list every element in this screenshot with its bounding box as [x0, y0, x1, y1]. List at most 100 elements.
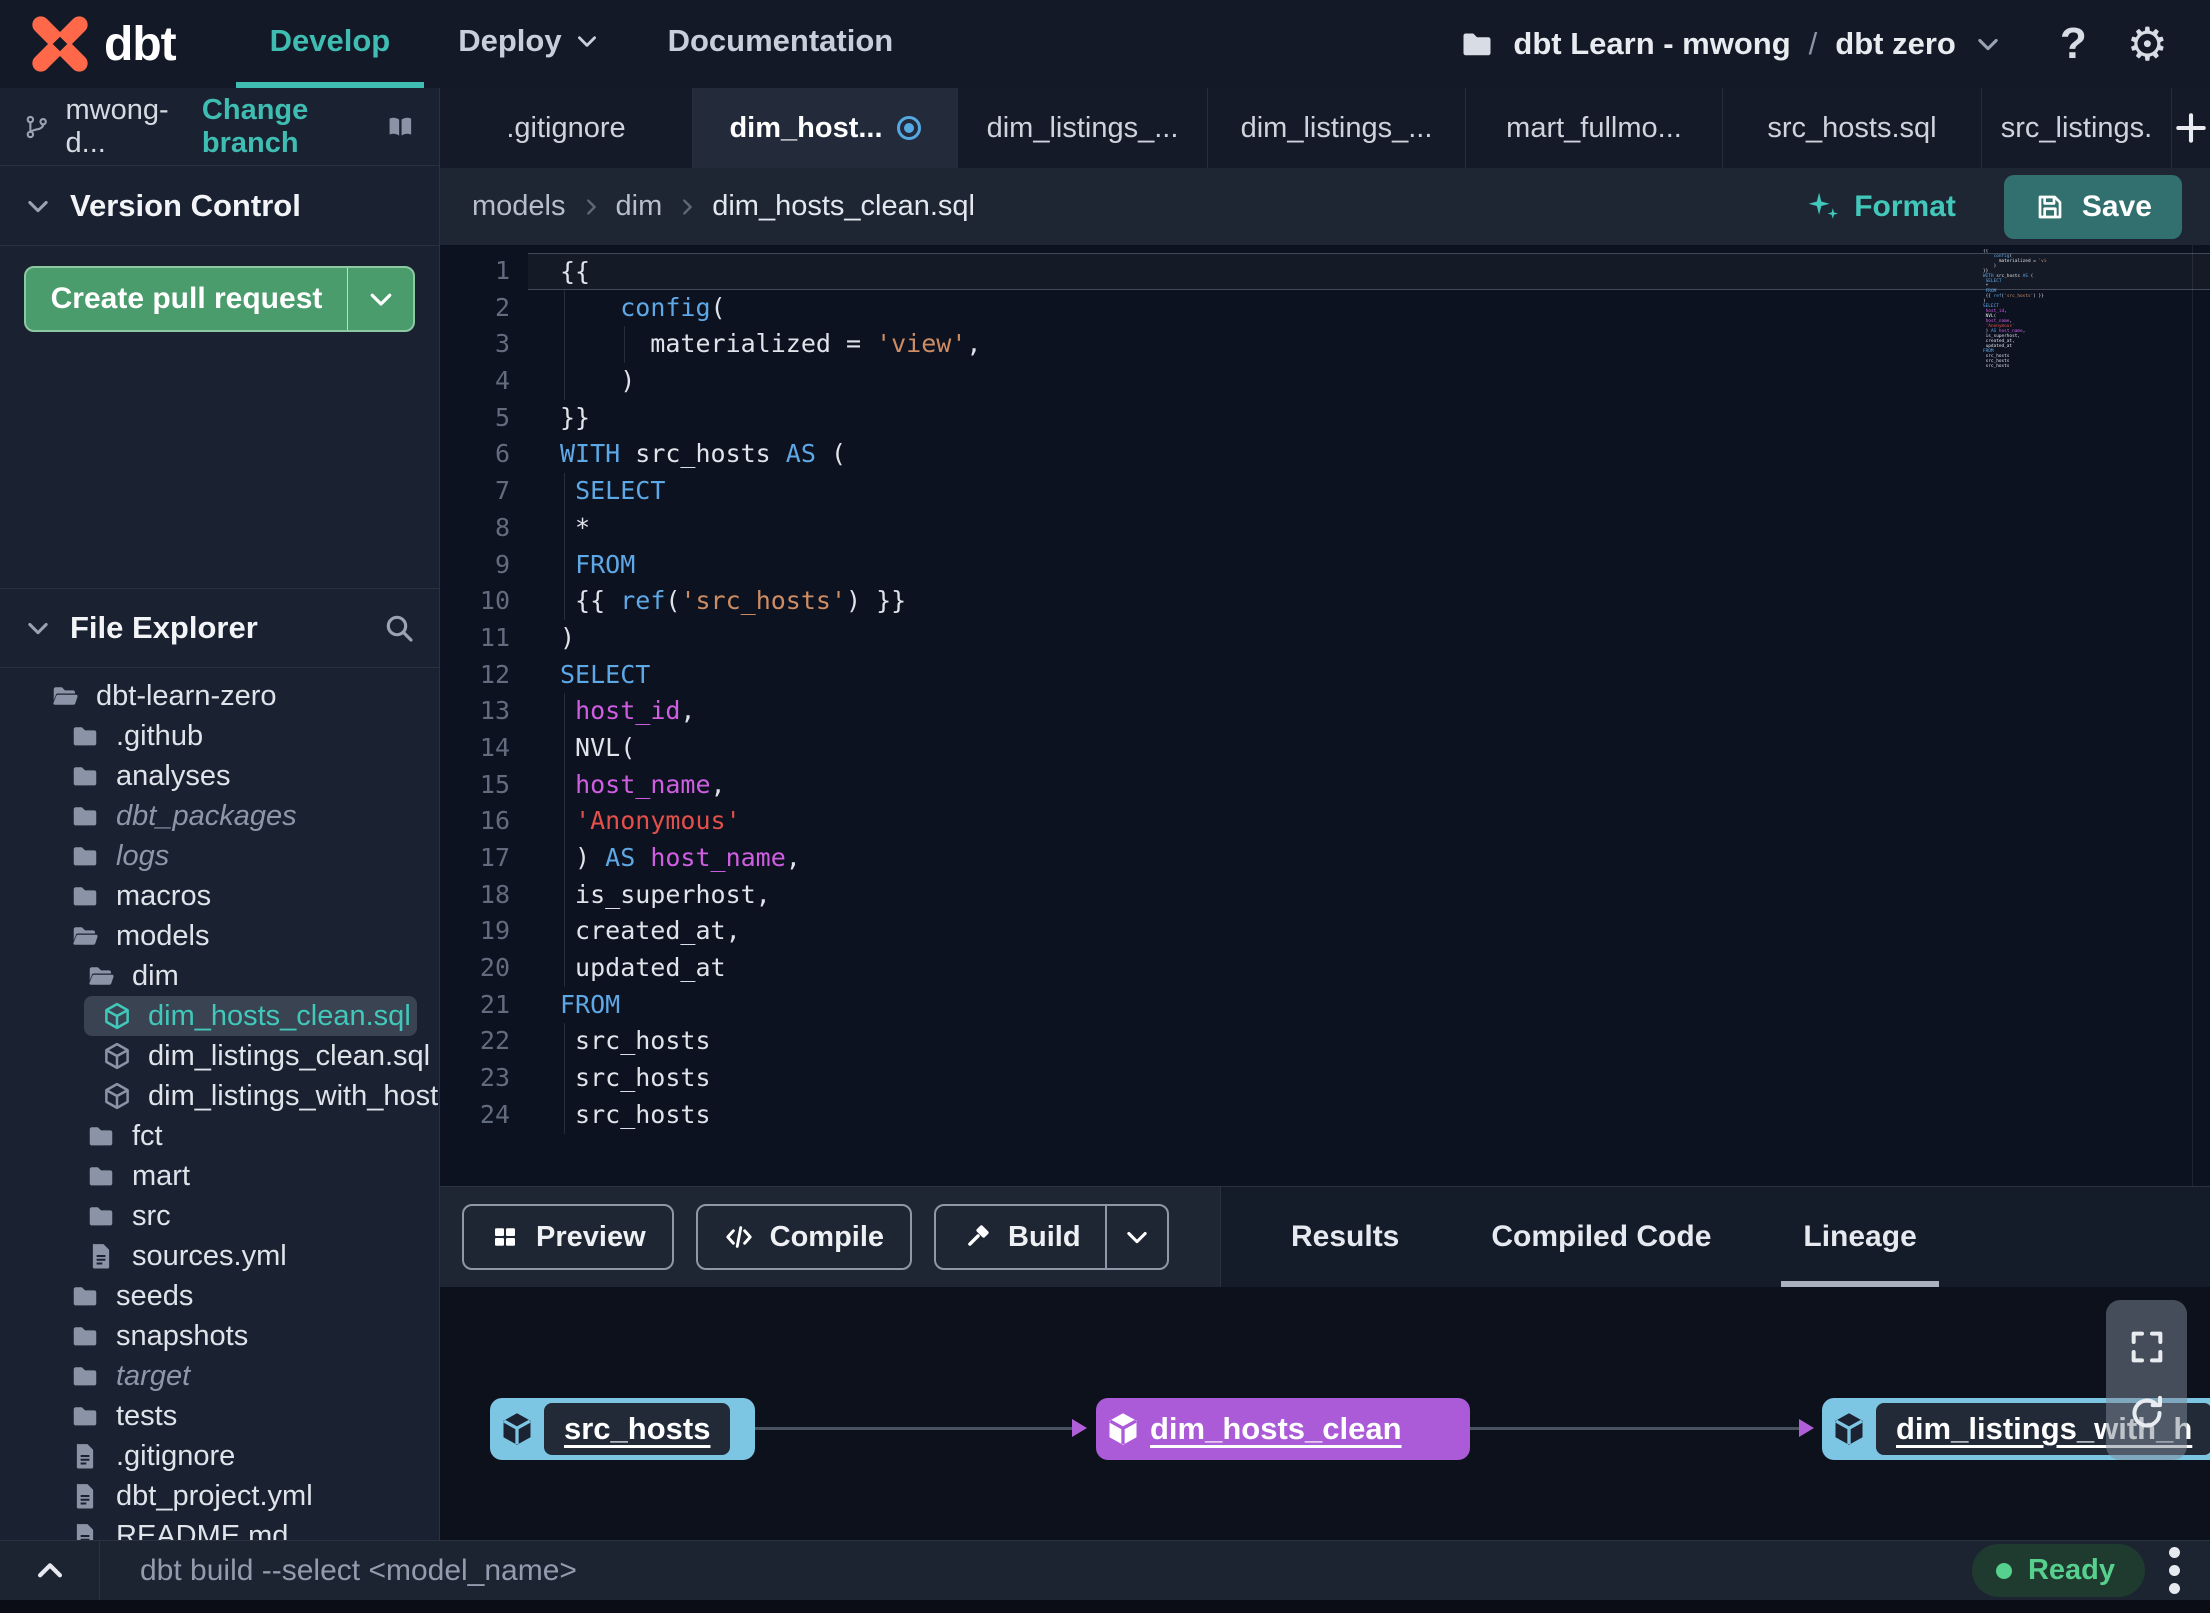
panel-tab-results[interactable]: Results	[1291, 1187, 1399, 1287]
tree-item-src[interactable]: src	[0, 1196, 439, 1236]
status-badge: Ready	[1971, 1544, 2145, 1597]
file-tab-dim-host-[interactable]: dim_host...	[693, 88, 958, 168]
panel-tab-compiled-code[interactable]: Compiled Code	[1491, 1187, 1711, 1287]
breadcrumb-segment[interactable]: dim	[616, 190, 663, 223]
line-number: 11	[479, 622, 510, 652]
cli-panel-toggle[interactable]	[0, 1541, 100, 1600]
code-line-13[interactable]: 13 host_id,	[440, 693, 2210, 730]
tree-item-analyses[interactable]: analyses	[0, 756, 439, 796]
tree-item-dim-listings-with-hosts-[interactable]: dim_listings_with_hosts...	[0, 1076, 439, 1116]
code-line-17[interactable]: 17 ) AS host_name,	[440, 840, 2210, 877]
code-line-20[interactable]: 20 updated_at	[440, 950, 2210, 987]
code-line-22[interactable]: 22 src_hosts	[440, 1023, 2210, 1061]
code-line-3[interactable]: 3 materialized = 'view',	[440, 326, 2210, 364]
file-tab-mart-fullmo-[interactable]: mart_fullmo...	[1466, 88, 1723, 168]
file-tab-dim-listings-[interactable]: dim_listings_...	[958, 88, 1208, 168]
save-button[interactable]: Save	[2003, 174, 2182, 239]
tree-item-fct[interactable]: fct	[0, 1116, 439, 1156]
kebab-menu-icon[interactable]	[2169, 1547, 2180, 1594]
code-line-9[interactable]: 9 FROM	[440, 546, 2210, 584]
code-line-10[interactable]: 10 {{ ref('src_hosts') }}	[440, 583, 2210, 620]
pull-request-dropdown[interactable]	[347, 268, 413, 330]
breadcrumb-segment[interactable]: models	[472, 190, 566, 223]
tree-item-sources-yml[interactable]: sources.yml	[0, 1236, 439, 1276]
cli-command-input[interactable]: dbt build --select <model_name>	[100, 1554, 1972, 1588]
line-number: 2	[494, 292, 510, 322]
change-branch-link[interactable]: Change branch	[202, 94, 370, 160]
tree-item-target[interactable]: target	[0, 1356, 439, 1396]
file-tab-src-listings-[interactable]: src_listings.	[1982, 88, 2172, 168]
preview-button[interactable]: Preview	[462, 1204, 674, 1270]
nav-item-documentation[interactable]: Documentation	[634, 0, 928, 88]
code-editor[interactable]: 1{{2 config(3 materialized = 'view', 4 ) 5…	[440, 245, 2210, 1186]
tree-item-readme-md[interactable]: README.md	[0, 1516, 439, 1540]
code-line-12[interactable]: 12 SELECT	[440, 657, 2210, 694]
tree-item-dim[interactable]: dim	[0, 956, 439, 996]
file-tab-src-hosts-sql[interactable]: src_hosts.sql	[1723, 88, 1982, 168]
panel-tab-lineage[interactable]: Lineage	[1781, 1187, 1940, 1287]
code-line-23[interactable]: 23 src_hosts	[440, 1060, 2210, 1097]
code-line-1[interactable]: 1 {{	[440, 253, 2210, 290]
create-pull-request-button[interactable]: Create pull request	[24, 266, 415, 332]
file-explorer-header[interactable]: File Explorer	[0, 588, 439, 668]
code-line-content: host_name,	[528, 766, 2210, 804]
code-line-4[interactable]: 4 )	[440, 363, 2210, 400]
code-line-8[interactable]: 8 *	[440, 509, 2210, 547]
docs-book-icon[interactable]	[386, 109, 415, 145]
gear-icon[interactable]: ⚙	[2127, 17, 2168, 71]
editor-minimap[interactable]: {{ config( materialized = 'view', )}}WIT…	[1983, 249, 2047, 369]
build-dropdown[interactable]	[1104, 1206, 1167, 1268]
tree-item-label: .github	[116, 719, 204, 752]
code-line-19[interactable]: 19 created_at,	[440, 913, 2210, 951]
tree-item-models[interactable]: models	[0, 916, 439, 956]
lineage-node-src-hosts[interactable]: src_hosts	[490, 1398, 755, 1460]
code-line-11[interactable]: 11)	[440, 620, 2210, 657]
tree-item-dim-hosts-clean-sql[interactable]: dim_hosts_clean.sql	[84, 996, 417, 1036]
code-line-2[interactable]: 2 config(	[440, 289, 2210, 327]
tree-item--gitignore[interactable]: .gitignore	[0, 1436, 439, 1476]
tree-item-mart[interactable]: mart	[0, 1156, 439, 1196]
format-button[interactable]: Format	[1806, 190, 1956, 224]
nav-item-deploy[interactable]: Deploy	[424, 0, 633, 88]
file-tab--gitignore[interactable]: .gitignore	[440, 88, 693, 168]
lineage-node-dim-hosts-clean[interactable]: dim_hosts_clean	[1096, 1398, 1470, 1460]
new-tab-button[interactable]	[2172, 88, 2210, 168]
line-number: 21	[479, 989, 510, 1019]
compile-button[interactable]: Compile	[695, 1204, 913, 1270]
code-line-5[interactable]: 5}}	[440, 400, 2210, 437]
code-line-18[interactable]: 18 is_superhost,	[440, 876, 2210, 914]
nav-item-develop[interactable]: Develop	[235, 0, 425, 88]
breadcrumb-segment[interactable]: dim_hosts_clean.sql	[712, 190, 975, 223]
build-button[interactable]: Build	[934, 1204, 1169, 1270]
tree-item-dbt-project-yml[interactable]: dbt_project.yml	[0, 1476, 439, 1516]
search-icon[interactable]	[383, 612, 415, 644]
dbt-logo[interactable]: dbt	[0, 0, 236, 88]
code-line-21[interactable]: 21 FROM	[440, 987, 2210, 1024]
code-line-16[interactable]: 16 'Anonymous'	[440, 803, 2210, 840]
tree-item-dbt-learn-zero[interactable]: dbt-learn-zero	[0, 676, 439, 716]
top-nav-right: dbt Learn - mwong / dbt zero ? ⚙	[1459, 0, 2210, 88]
code-line-14[interactable]: 14 NVL(	[440, 729, 2210, 767]
lineage-node-labelbox: src_hosts	[544, 1403, 731, 1455]
tree-item-dbt-packages[interactable]: dbt_packages	[0, 796, 439, 836]
code-line-7[interactable]: 7 SELECT	[440, 473, 2210, 510]
lineage-canvas[interactable]: src_hosts dim_hosts_clean dim_listings_wit…	[440, 1287, 2210, 1540]
project-selector[interactable]: dbt Learn - mwong / dbt zero	[1459, 26, 2001, 62]
tree-item-macros[interactable]: macros	[0, 876, 439, 916]
tree-item-logs[interactable]: logs	[0, 836, 439, 876]
code-line-15[interactable]: 15 host_name,	[440, 766, 2210, 804]
code-line-24[interactable]: 24 src_hosts	[440, 1096, 2210, 1134]
tree-item-seeds[interactable]: seeds	[0, 1276, 439, 1316]
refresh-icon[interactable]	[2127, 1393, 2167, 1433]
tree-item--github[interactable]: .github	[0, 716, 439, 756]
fullscreen-icon[interactable]	[2127, 1327, 2167, 1367]
tree-item-tests[interactable]: tests	[0, 1396, 439, 1436]
code-line-6[interactable]: 6 WITH src_hosts AS (	[440, 436, 2210, 473]
version-control-header[interactable]: Version Control	[0, 166, 439, 246]
plus-icon	[2172, 109, 2210, 147]
tree-item-dim-listings-clean-sql[interactable]: dim_listings_clean.sql	[0, 1036, 439, 1076]
file-tab-dim-listings-[interactable]: dim_listings_...	[1208, 88, 1466, 168]
tree-item-label: target	[116, 1359, 191, 1392]
tree-item-snapshots[interactable]: snapshots	[0, 1316, 439, 1356]
help-icon[interactable]: ?	[2060, 19, 2087, 69]
